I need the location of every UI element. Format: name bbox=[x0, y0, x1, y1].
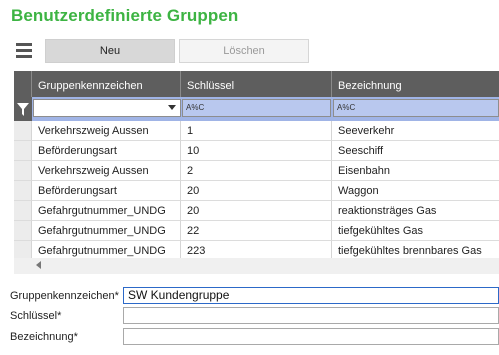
row-header[interactable] bbox=[14, 181, 32, 201]
row-header[interactable] bbox=[14, 141, 32, 161]
groups-grid: Gruppenkennzeichen Schlüssel Bezeichnung… bbox=[14, 71, 499, 274]
table-cell[interactable]: Seeschiff bbox=[332, 141, 499, 161]
table-row[interactable]: Gefahrgutnummer_UNDG 20 reaktionsträges Ga… bbox=[14, 201, 499, 221]
table-cell[interactable]: 20 bbox=[181, 201, 332, 221]
column-header-bezeichnung[interactable]: Bezeichnung bbox=[332, 71, 499, 97]
table-cell[interactable]: Gefahrgutnummer_UNDG bbox=[32, 221, 181, 241]
table-cell[interactable]: 10 bbox=[181, 141, 332, 161]
row-header-corner bbox=[14, 71, 32, 97]
key-field-label: Schlüssel* bbox=[10, 310, 62, 322]
menu-icon[interactable] bbox=[16, 43, 32, 58]
column-header-schluessel[interactable]: Schlüssel bbox=[181, 71, 332, 97]
table-cell[interactable]: tiefgekühltes Gas bbox=[332, 221, 499, 241]
filter-description-input[interactable]: A%C bbox=[333, 99, 499, 117]
filter-icon[interactable] bbox=[14, 97, 32, 121]
table-row[interactable]: Gefahrgutnummer_UNDG 22 tiefgekühltes Gas bbox=[14, 221, 499, 241]
horizontal-scrollbar[interactable] bbox=[14, 258, 499, 272]
row-header[interactable] bbox=[14, 201, 32, 221]
table-cell[interactable]: Waggon bbox=[332, 181, 499, 201]
delete-button[interactable]: Löschen bbox=[179, 39, 309, 63]
table-cell[interactable]: Verkehrszweig Aussen bbox=[32, 161, 181, 181]
table-row[interactable]: Beförderungsart 10 Seeschiff bbox=[14, 141, 499, 161]
table-cell[interactable]: Verkehrszweig Aussen bbox=[32, 121, 181, 141]
table-row[interactable]: Verkehrszweig Aussen 2 Eisenbahn bbox=[14, 161, 499, 181]
key-field[interactable] bbox=[123, 307, 499, 324]
table-cell[interactable]: Gefahrgutnummer_UNDG bbox=[32, 201, 181, 221]
description-field-label: Bezeichnung* bbox=[10, 331, 78, 343]
filter-group-select[interactable] bbox=[33, 99, 181, 117]
new-button[interactable]: Neu bbox=[45, 39, 175, 63]
table-cell[interactable]: Seeverkehr bbox=[332, 121, 499, 141]
table-cell[interactable]: 1 bbox=[181, 121, 332, 141]
group-field[interactable]: SW Kundengruppe bbox=[123, 287, 499, 304]
table-cell[interactable]: 20 bbox=[181, 181, 332, 201]
grid-header: Gruppenkennzeichen Schlüssel Bezeichnung bbox=[14, 71, 499, 97]
table-cell[interactable]: reaktionsträges Gas bbox=[332, 201, 499, 221]
group-field-label: Gruppenkennzeichen* bbox=[10, 290, 119, 302]
table-cell[interactable]: 22 bbox=[181, 221, 332, 241]
filter-key-input[interactable]: A%C bbox=[182, 99, 331, 117]
table-cell[interactable]: 2 bbox=[181, 161, 332, 181]
filter-row: A%C A%C bbox=[14, 97, 499, 121]
page-title: Benutzerdefinierte Gruppen bbox=[11, 6, 239, 25]
table-cell[interactable]: Beförderungsart bbox=[32, 141, 181, 161]
table-row[interactable]: Beförderungsart 20 Waggon bbox=[14, 181, 499, 201]
scroll-left-icon[interactable] bbox=[36, 261, 41, 269]
table-cell[interactable]: Beförderungsart bbox=[32, 181, 181, 201]
row-header[interactable] bbox=[14, 161, 32, 181]
description-field[interactable] bbox=[123, 328, 499, 345]
row-header[interactable] bbox=[14, 121, 32, 141]
column-header-gruppenkennzeichen[interactable]: Gruppenkennzeichen bbox=[32, 71, 181, 97]
row-header[interactable] bbox=[14, 221, 32, 241]
chevron-down-icon bbox=[168, 105, 176, 110]
table-cell[interactable]: Eisenbahn bbox=[332, 161, 499, 181]
table-row[interactable]: Verkehrszweig Aussen 1 Seeverkehr bbox=[14, 121, 499, 141]
